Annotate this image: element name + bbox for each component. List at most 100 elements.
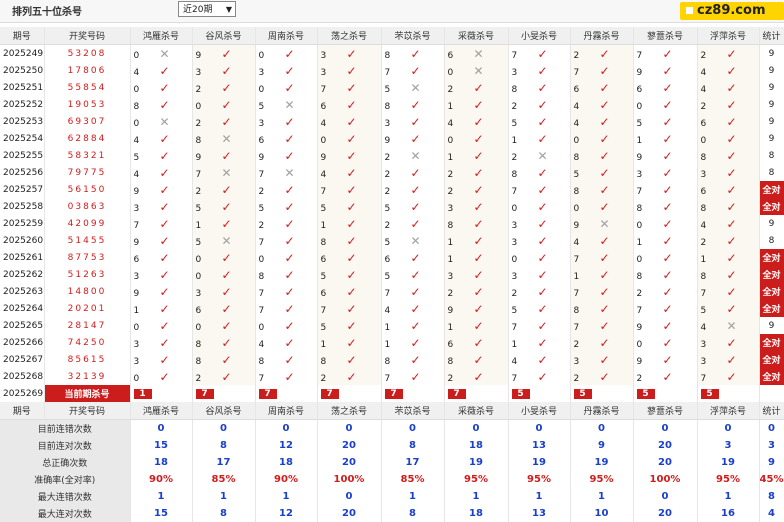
- draw-number-cell: 28147: [44, 317, 131, 334]
- kill-value: 3: [133, 356, 140, 367]
- kill-value: 8: [447, 356, 454, 367]
- kill-cell: 1 ✓: [381, 317, 445, 334]
- check-icon: ✓: [537, 335, 548, 350]
- kill-cell: 0 ✓: [633, 96, 698, 113]
- stats-value: 20: [633, 437, 698, 454]
- kill-cell: 1 ✓: [444, 147, 509, 164]
- kill-cell: 5 ✓: [317, 198, 382, 215]
- kill-value: 2: [384, 152, 391, 163]
- check-icon: ✓: [599, 199, 610, 214]
- kill-cell: 8 ✓: [633, 266, 698, 283]
- stats-label: 目前连错次数: [0, 419, 131, 437]
- check-icon: ✓: [726, 199, 737, 214]
- column-header: 谷风杀号: [192, 27, 256, 45]
- kill-cell: 7 ✓: [130, 215, 193, 232]
- kill-value: 0: [700, 135, 707, 146]
- kill-value: 3: [700, 356, 707, 367]
- kill-cell: 2 ✓: [444, 79, 509, 96]
- kill-cell: 5 ✓: [381, 198, 445, 215]
- kill-value: 4: [511, 356, 518, 367]
- kill-value: 8: [636, 203, 643, 214]
- kill-cell: 9 ✓: [130, 232, 193, 249]
- total-cell: 全对: [759, 249, 784, 266]
- table-row: 2025261 87753 6 ✓ 0 ✓ 0 ✓ 6 ✓ 6 ✓ 1 ✓ 0 ✓ 7 ✓ 0 ✓ 1 ✓ 全对: [0, 249, 784, 266]
- kill-value: 7: [384, 373, 391, 384]
- check-icon: ✓: [159, 352, 170, 367]
- kill-cell: 3 ✓: [255, 62, 318, 79]
- current-kill-value: 7: [258, 388, 277, 399]
- kill-cell: 4 ✓: [317, 113, 382, 130]
- kill-cell: 0 ✓: [444, 130, 509, 147]
- check-icon: ✓: [221, 301, 232, 316]
- kill-cell: 6 ✓: [317, 283, 382, 300]
- kill-value: 2: [636, 373, 643, 384]
- column-header: 小旻杀号: [508, 27, 571, 45]
- kill-cell: 3 ✓: [508, 215, 571, 232]
- column-header: 谷风杀号: [192, 402, 256, 420]
- range-select[interactable]: 近20期 ▼: [178, 1, 236, 17]
- column-header: 开奖号码: [44, 402, 131, 420]
- cross-icon: ✕: [284, 165, 295, 180]
- kill-value: 4: [700, 67, 707, 78]
- kill-value: 0: [511, 254, 518, 265]
- kill-cell: 2 ✓: [192, 79, 256, 96]
- check-icon: ✓: [599, 97, 610, 112]
- check-icon: ✓: [410, 199, 421, 214]
- kill-value: 0: [636, 254, 643, 265]
- site-logo[interactable]: cz89.com: [680, 2, 784, 20]
- kill-value: 0: [133, 373, 140, 384]
- kill-cell: 4 ✕: [697, 317, 760, 334]
- kill-value: 8: [636, 271, 643, 282]
- stats-value: 4: [759, 505, 784, 522]
- kill-cell: 4 ✓: [381, 300, 445, 317]
- kill-value: 0: [133, 84, 140, 95]
- kill-cell: 2 ✓: [570, 44, 634, 62]
- table-row: 2025262 51263 3 ✓ 0 ✓ 8 ✓ 5 ✓ 5 ✓ 3 ✓ 3 ✓ 1 ✓ 8 ✓ 8 ✓ 全对: [0, 266, 784, 283]
- kill-cell: 1 ✓: [444, 317, 509, 334]
- logo-square-icon: [686, 7, 693, 14]
- kill-cell: 0 ✓: [192, 266, 256, 283]
- kill-value: 0: [258, 254, 265, 265]
- check-icon: ✓: [159, 335, 170, 350]
- kill-cell: 5 ✓: [381, 266, 445, 283]
- kill-value: 0: [447, 67, 454, 78]
- kill-value: 8: [195, 356, 202, 367]
- check-icon: ✓: [599, 233, 610, 248]
- stats-row: 最大连错次数 1 1 1 0 1 1 1 1 0 1 8: [0, 488, 784, 505]
- period-cell: 2025259: [0, 215, 45, 232]
- kill-cell: 2 ✕: [508, 147, 571, 164]
- check-icon: ✓: [599, 250, 610, 265]
- table-header-row: 期号 开奖号码 鸿雁杀号 谷风杀号 周南杀号 荡之杀号 芣苡杀号 采薇杀号 小旻杀号 丹霧杀号 蓼薏…: [0, 27, 784, 45]
- check-icon: ✓: [537, 46, 548, 61]
- kill-cell: 1 ✓: [192, 215, 256, 232]
- kill-cell: 8 ✓: [255, 351, 318, 368]
- check-icon: ✓: [159, 131, 170, 146]
- kill-cell: 2 ✓: [697, 44, 760, 62]
- kill-cell: 0 ✕: [130, 44, 193, 62]
- total-cell: 9: [759, 62, 784, 79]
- draw-number-cell: 85615: [44, 351, 131, 368]
- kill-cell: 2 ✓: [381, 164, 445, 181]
- check-icon: ✓: [284, 267, 295, 282]
- kill-value: 8: [384, 50, 391, 61]
- kill-cell: 4 ✓: [508, 351, 571, 368]
- draw-number-cell: 17806: [44, 62, 131, 79]
- check-icon: ✓: [599, 114, 610, 129]
- check-icon: ✓: [346, 233, 357, 248]
- kill-cell: 5 ✓: [508, 113, 571, 130]
- kill-value: 0: [258, 322, 265, 333]
- kill-value: 7: [258, 237, 265, 248]
- stats-value: 20: [633, 505, 698, 522]
- period-cell: 2025268: [0, 368, 45, 385]
- stats-row: 总正确次数 18 17 18 20 17 19 19 19 20 19 9: [0, 454, 784, 471]
- stats-row: 最大连对次数 15 8 12 20 8 18 13 10 20 16 4: [0, 505, 784, 522]
- check-icon: ✓: [537, 284, 548, 299]
- kill-value: 2: [384, 220, 391, 231]
- kill-cell: 9 ✕: [570, 215, 634, 232]
- kill-value: 5: [511, 305, 518, 316]
- column-header: 浮萍杀号: [697, 402, 760, 420]
- column-header: 丹霧杀号: [570, 402, 634, 420]
- kill-cell: 7 ✓: [317, 181, 382, 198]
- kill-cell: 0 ✕: [444, 62, 509, 79]
- kill-value: 8: [573, 152, 580, 163]
